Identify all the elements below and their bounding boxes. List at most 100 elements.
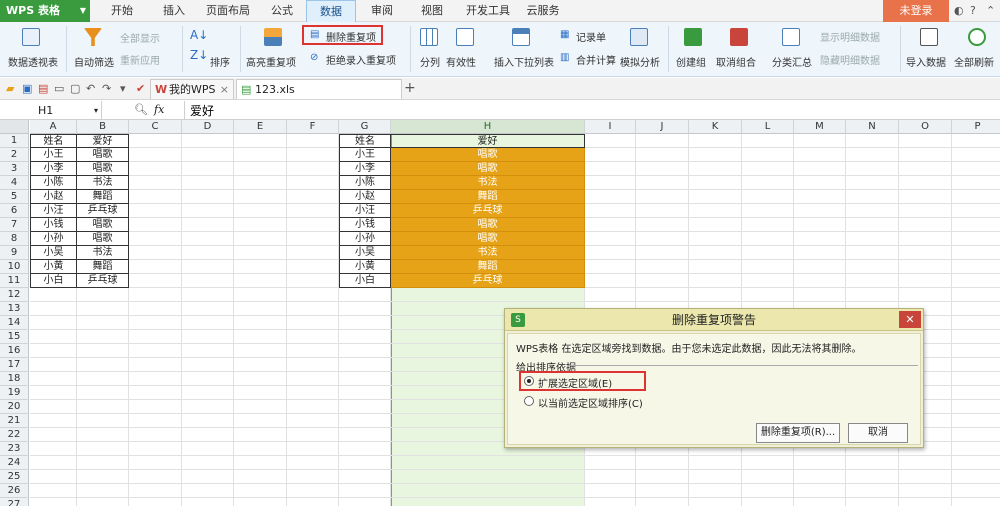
hide-detail-button[interactable]: 隐藏明细数据 bbox=[820, 52, 880, 67]
left-table-cell[interactable]: 书法 bbox=[77, 246, 129, 260]
left-table-cell[interactable]: 舞蹈 bbox=[77, 190, 129, 204]
tab-review[interactable]: 审阅 bbox=[364, 0, 400, 22]
close-icon[interactable]: × bbox=[220, 80, 229, 100]
row-header-3[interactable]: 3 bbox=[0, 162, 29, 176]
radio-current-label[interactable]: 以当前选定区域排序(C) bbox=[538, 395, 643, 410]
left-table-cell[interactable]: 小白 bbox=[30, 274, 77, 288]
right-table-cell[interactable]: 书法 bbox=[391, 246, 585, 260]
pin-icon[interactable]: ✔ bbox=[136, 82, 145, 95]
preview-icon[interactable]: ▢ bbox=[70, 82, 80, 95]
sort-desc-icon[interactable]: Z↓ bbox=[190, 48, 208, 62]
zoom-icon[interactable]: 🔍︎ bbox=[134, 103, 148, 116]
row-header-6[interactable]: 6 bbox=[0, 204, 29, 218]
right-table-cell[interactable]: 小黄 bbox=[339, 260, 391, 274]
right-table-cell[interactable]: 小陈 bbox=[339, 176, 391, 190]
column-header-d[interactable]: D bbox=[182, 120, 234, 134]
row-header-18[interactable]: 18 bbox=[0, 372, 29, 386]
close-icon[interactable]: ✕ bbox=[899, 311, 921, 328]
sort-button[interactable]: 排序 bbox=[210, 54, 230, 69]
import-data-button[interactable]: 导入数据 bbox=[906, 54, 946, 69]
open-icon[interactable]: ▰ bbox=[6, 82, 14, 95]
doc-tab-file[interactable]: ▤ 123.xls bbox=[236, 79, 402, 99]
row-header-24[interactable]: 24 bbox=[0, 456, 29, 470]
split-column-button[interactable]: 分列 bbox=[420, 54, 440, 69]
print-icon[interactable]: ▭ bbox=[54, 82, 64, 95]
left-table-cell[interactable]: 唱歌 bbox=[77, 148, 129, 162]
left-table-header-cell[interactable]: 爱好 bbox=[77, 134, 129, 148]
right-table-cell[interactable]: 小白 bbox=[339, 274, 391, 288]
name-box[interactable]: H1 ▾ bbox=[0, 101, 102, 120]
right-table-cell[interactable]: 唱歌 bbox=[391, 232, 585, 246]
row-header-19[interactable]: 19 bbox=[0, 386, 29, 400]
pdf-icon[interactable]: ▤ bbox=[38, 82, 48, 95]
validation-button[interactable]: 有效性 bbox=[446, 54, 476, 69]
cancel-button[interactable]: 取消 bbox=[848, 423, 908, 443]
row-header-2[interactable]: 2 bbox=[0, 148, 29, 162]
right-table-cell[interactable]: 小汪 bbox=[339, 204, 391, 218]
left-table-cell[interactable]: 小赵 bbox=[30, 190, 77, 204]
sort-asc-icon[interactable]: A↓ bbox=[190, 28, 208, 42]
left-table-cell[interactable]: 舞蹈 bbox=[77, 260, 129, 274]
right-table-cell[interactable]: 乒乓球 bbox=[391, 274, 585, 288]
row-header-13[interactable]: 13 bbox=[0, 302, 29, 316]
column-header-i[interactable]: I bbox=[585, 120, 636, 134]
left-table-cell[interactable]: 小孙 bbox=[30, 232, 77, 246]
column-header-g[interactable]: G bbox=[339, 120, 391, 134]
right-table-cell[interactable]: 唱歌 bbox=[391, 218, 585, 232]
left-table-cell[interactable]: 唱歌 bbox=[77, 162, 129, 176]
row-header-25[interactable]: 25 bbox=[0, 470, 29, 484]
autofilter-button[interactable]: 自动筛选 bbox=[74, 54, 114, 69]
right-table-cell[interactable]: 小孙 bbox=[339, 232, 391, 246]
left-table-cell[interactable]: 书法 bbox=[77, 176, 129, 190]
left-table-cell[interactable]: 小汪 bbox=[30, 204, 77, 218]
row-header-17[interactable]: 17 bbox=[0, 358, 29, 372]
radio-expand-label[interactable]: 扩展选定区域(E) bbox=[538, 375, 612, 390]
row-header-11[interactable]: 11 bbox=[0, 274, 29, 288]
tab-data[interactable]: 数据 bbox=[306, 0, 356, 23]
login-button[interactable]: 未登录 bbox=[883, 0, 949, 22]
column-header-a[interactable]: A bbox=[30, 120, 77, 134]
radio-current-selection[interactable] bbox=[524, 396, 534, 406]
radio-expand-selection[interactable] bbox=[524, 376, 534, 386]
tab-formula[interactable]: 公式 bbox=[264, 0, 300, 22]
row-header-9[interactable]: 9 bbox=[0, 246, 29, 260]
left-table-cell[interactable]: 小吴 bbox=[30, 246, 77, 260]
right-table-header-cell[interactable]: 姓名 bbox=[339, 134, 391, 148]
merge-calc-button[interactable]: 合并计算 bbox=[576, 52, 616, 67]
row-header-16[interactable]: 16 bbox=[0, 344, 29, 358]
right-table-cell[interactable]: 小吴 bbox=[339, 246, 391, 260]
help-icon[interactable]: ? bbox=[970, 4, 976, 17]
formula-input[interactable] bbox=[190, 102, 990, 118]
ungroup-button[interactable]: 取消组合 bbox=[716, 54, 756, 69]
row-header-7[interactable]: 7 bbox=[0, 218, 29, 232]
save-icon[interactable]: ▣ bbox=[22, 82, 32, 95]
column-header-p[interactable]: P bbox=[952, 120, 1000, 134]
column-header-m[interactable]: M bbox=[794, 120, 846, 134]
right-table-cell[interactable]: 乒乓球 bbox=[391, 204, 585, 218]
simulation-button[interactable]: 模拟分析 bbox=[620, 54, 660, 69]
delete-duplicates-confirm-button[interactable]: 删除重复项(R)... bbox=[756, 423, 840, 443]
right-table-cell[interactable]: 小钱 bbox=[339, 218, 391, 232]
row-header-8[interactable]: 8 bbox=[0, 232, 29, 246]
row-header-4[interactable]: 4 bbox=[0, 176, 29, 190]
redo-icon[interactable]: ↷ bbox=[102, 82, 111, 95]
row-header-14[interactable]: 14 bbox=[0, 316, 29, 330]
row-header-27[interactable]: 27 bbox=[0, 498, 29, 506]
right-table-cell[interactable]: 唱歌 bbox=[391, 162, 585, 176]
left-table-cell[interactable]: 小钱 bbox=[30, 218, 77, 232]
left-table-cell[interactable]: 唱歌 bbox=[77, 232, 129, 246]
right-table-header-cell[interactable]: 爱好 bbox=[391, 134, 585, 148]
insert-dropdown-button[interactable]: 插入下拉列表 bbox=[494, 54, 554, 69]
right-table-cell[interactable]: 舞蹈 bbox=[391, 260, 585, 274]
row-header-5[interactable]: 5 bbox=[0, 190, 29, 204]
column-header-j[interactable]: J bbox=[636, 120, 689, 134]
more-icon[interactable]: ▾ bbox=[120, 82, 126, 95]
row-header-1[interactable]: 1 bbox=[0, 134, 29, 148]
row-header-23[interactable]: 23 bbox=[0, 442, 29, 456]
right-table-cell[interactable]: 小李 bbox=[339, 162, 391, 176]
right-table-cell[interactable]: 舞蹈 bbox=[391, 190, 585, 204]
column-header-c[interactable]: C bbox=[129, 120, 182, 134]
skin-icon[interactable]: ◐ bbox=[954, 4, 964, 17]
column-header-f[interactable]: F bbox=[287, 120, 339, 134]
right-table-cell[interactable]: 唱歌 bbox=[391, 148, 585, 162]
